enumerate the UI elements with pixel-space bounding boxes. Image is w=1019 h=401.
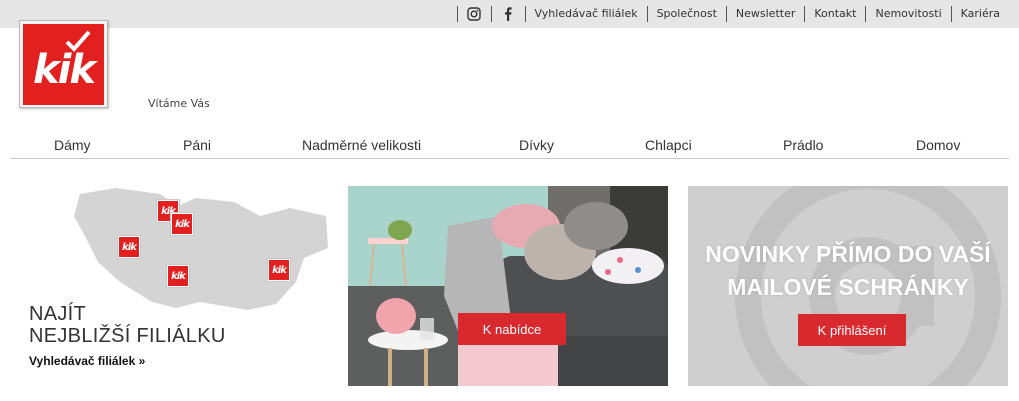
store-finder-link[interactable]: Vyhledávač filiálek (524, 6, 647, 22)
instagram-link[interactable] (456, 6, 491, 22)
store-finder-title: NAJÍT NEJBLIŽŠÍ FILIÁLKU (29, 303, 226, 347)
map-store-pin[interactable]: kik (171, 213, 193, 235)
home-decor-photo (348, 186, 668, 386)
real-estate-link[interactable]: Nemovitosti (865, 6, 950, 22)
welcome-text: Vítáme Vás (148, 97, 210, 110)
main-navigation: Dámy Páni Nadměrné velikosti Dívky Chlap… (10, 132, 1009, 159)
nav-item-domov[interactable]: Domov (916, 137, 960, 153)
contact-link[interactable]: Kontakt (804, 6, 865, 22)
map-store-pin[interactable]: kik (167, 265, 189, 287)
top-utility-bar: Vyhledávač filiálek Společnost Newslette… (0, 0, 1019, 28)
instagram-icon (467, 7, 481, 21)
pin-label: kik (122, 241, 137, 253)
nav-item-chlapci[interactable]: Chlapci (645, 137, 692, 153)
store-finder-title-line2: NEJBLIŽŠÍ FILIÁLKU (29, 325, 226, 347)
career-link[interactable]: Kariéra (950, 6, 1009, 22)
newsletter-tile[interactable]: NOVINKY PŘÍMO DO VAŠÍ MAILOVÉ SCHRÁNKY K… (688, 186, 1008, 386)
newsletter-signup-button[interactable]: K přihlášení (798, 314, 906, 346)
newsletter-title: NOVINKY PŘÍMO DO VAŠÍ MAILOVÉ SCHRÁNKY (688, 238, 1008, 304)
newsletter-title-line2: MAILOVÉ SCHRÁNKY (727, 274, 969, 300)
company-link[interactable]: Společnost (646, 6, 726, 22)
logo-red-square: kik (23, 24, 104, 105)
facebook-link[interactable] (490, 6, 525, 22)
newsletter-title-line1: NOVINKY PŘÍMO DO VAŠÍ (705, 241, 991, 267)
kik-logo[interactable]: kik (19, 20, 108, 108)
store-finder-tile[interactable]: kik kik kik kik kik NAJÍT NEJBLIŽŠÍ FILI… (28, 186, 328, 386)
map-store-pin[interactable]: kik (268, 259, 290, 281)
nav-item-pani[interactable]: Páni (183, 137, 211, 153)
facebook-icon (505, 7, 512, 21)
store-finder-title-line1: NAJÍT (29, 303, 87, 325)
pin-label: kik (272, 264, 287, 276)
store-finder-link-bottom[interactable]: Vyhledávač filiálek » (29, 354, 145, 368)
newsletter-link[interactable]: Newsletter (725, 6, 804, 22)
logo-text: kik (33, 46, 96, 93)
map-store-pin[interactable]: kik (118, 236, 140, 258)
pin-label: kik (175, 218, 190, 230)
home-decor-tile[interactable]: K nabídce (348, 186, 668, 386)
nav-item-damy[interactable]: Dámy (54, 137, 91, 153)
nav-item-divky[interactable]: Dívky (519, 137, 554, 153)
pin-label: kik (171, 270, 186, 282)
logo-check-mark (65, 30, 91, 52)
to-offer-button[interactable]: K nabídce (458, 313, 566, 345)
nav-item-pradlo[interactable]: Prádlo (783, 137, 823, 153)
nav-item-nadmerne-velikosti[interactable]: Nadměrné velikosti (302, 137, 421, 153)
utility-links: Vyhledávač filiálek Společnost Newslette… (456, 5, 1009, 23)
